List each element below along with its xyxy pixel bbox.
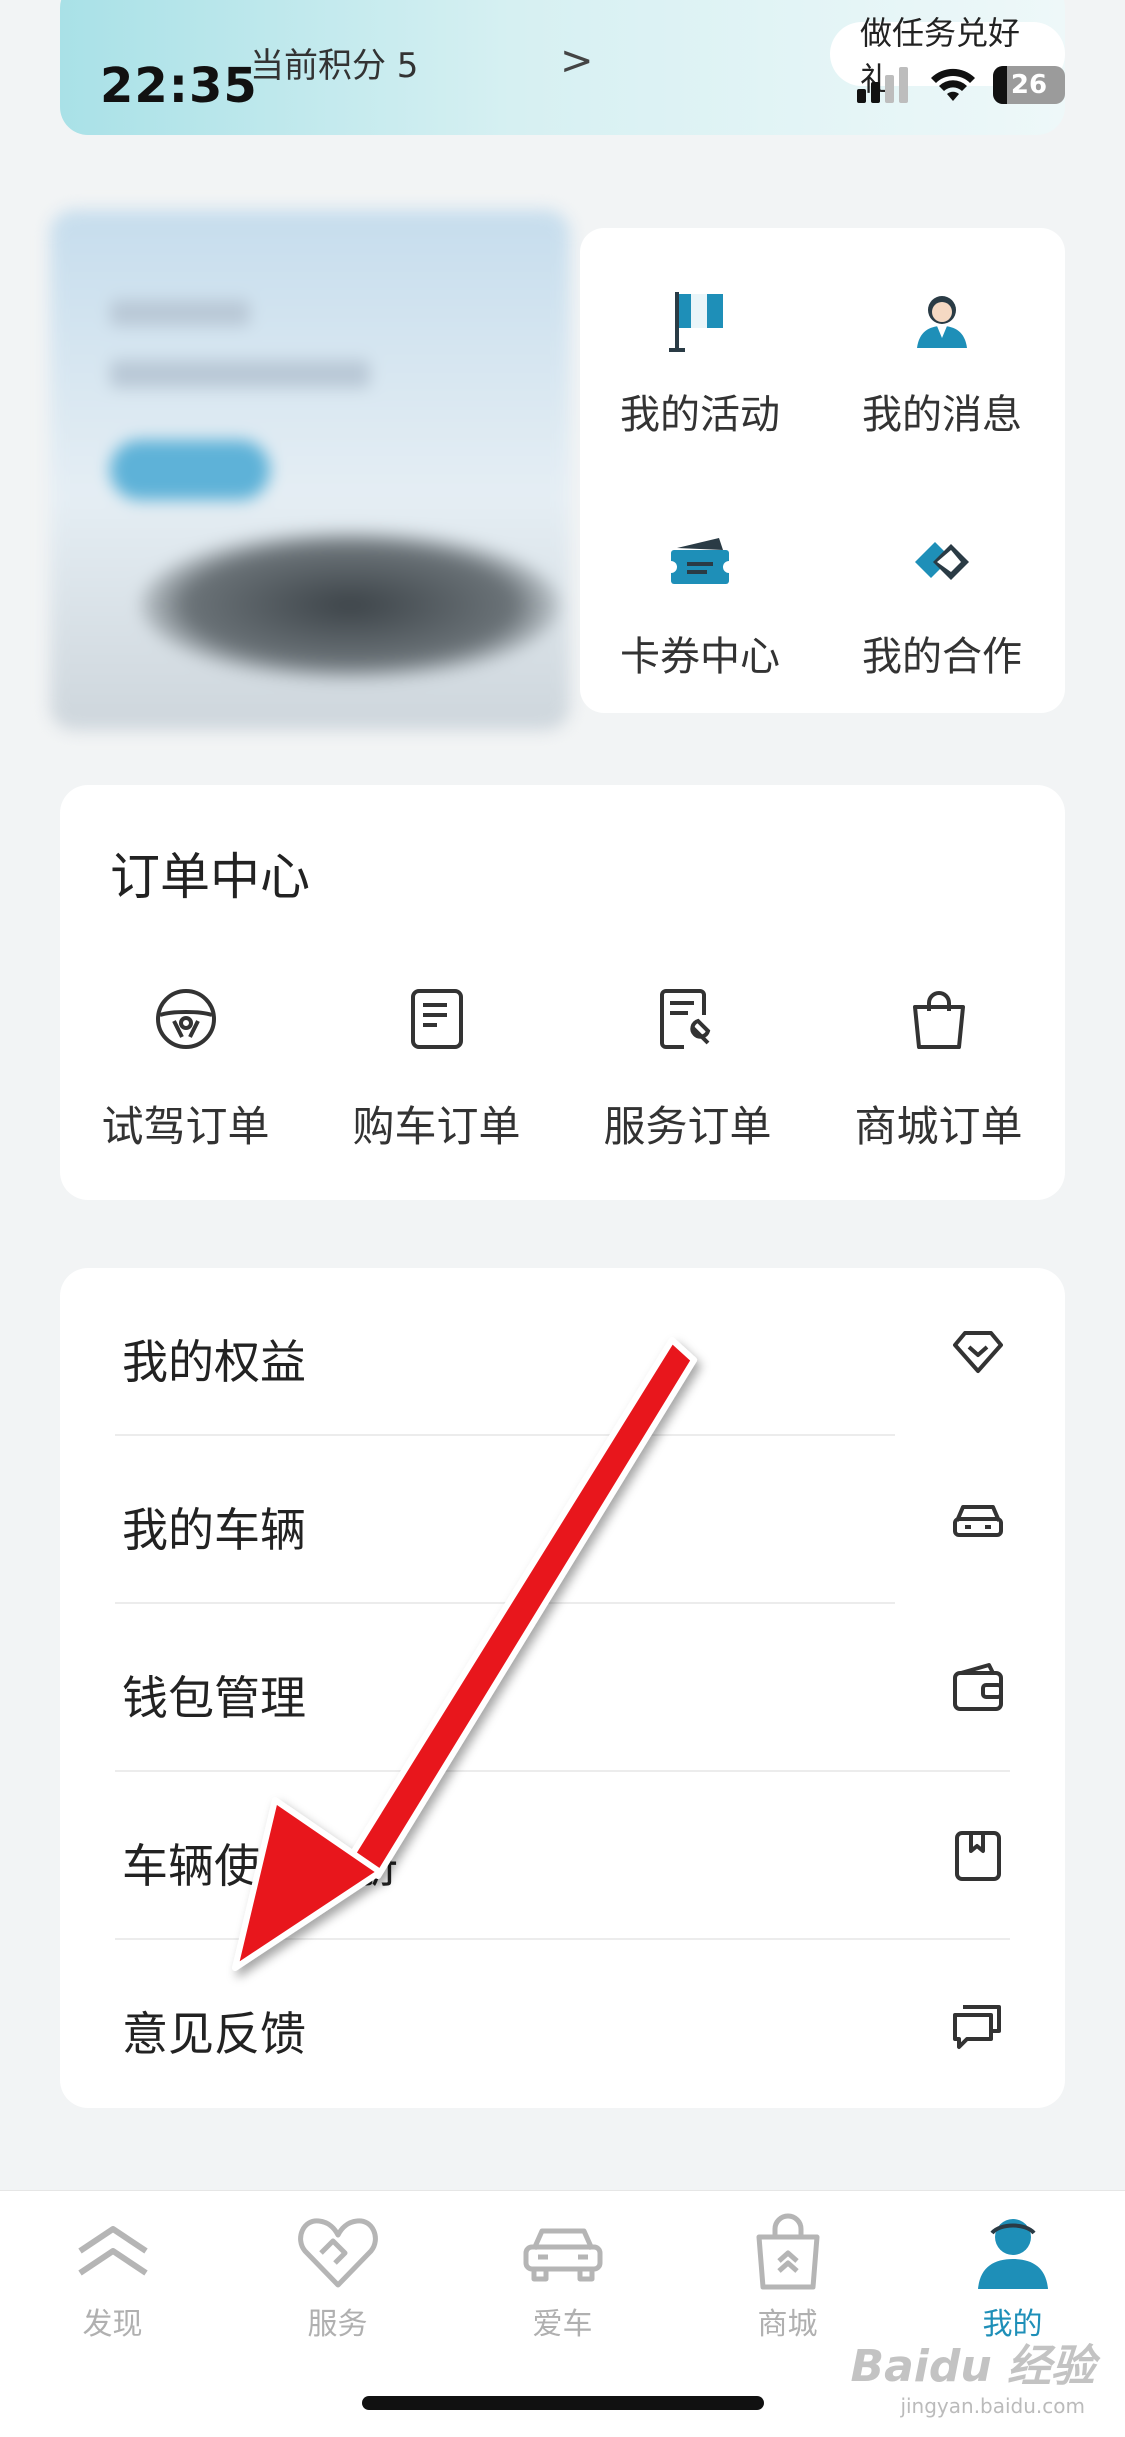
menu-list: 我的权益 我的车辆 钱包管理 车辆使用手册 意见反馈	[60, 1268, 1065, 2108]
points-banner[interactable]: 当前积分 5 > 做任务兑好礼	[60, 0, 1065, 135]
tab-label: 发现	[82, 2307, 143, 2342]
points-label: 当前积分 5	[250, 46, 419, 86]
heart-handshake-icon	[297, 2218, 378, 2288]
order-item-mall[interactable]: 商城订单	[813, 985, 1064, 1154]
quick-item-label: 我的合作	[862, 634, 1022, 680]
feedback-chat-icon	[953, 2005, 1001, 2049]
quick-item-label: 我的消息	[862, 392, 1022, 438]
document-icon	[410, 989, 463, 1049]
home-indicator[interactable]	[362, 2396, 764, 2410]
citroen-logo-icon	[77, 2226, 148, 2276]
quick-item-coupons[interactable]: 卡券中心	[580, 470, 820, 710]
tab-service[interactable]: 服务	[225, 2209, 450, 2343]
tab-label: 商城	[757, 2307, 818, 2342]
quick-item-messages[interactable]: 我的消息	[822, 228, 1062, 468]
order-item-label: 商城订单	[854, 1102, 1023, 1151]
menu-item-label: 我的权益	[122, 1335, 306, 1389]
service-wrench-icon	[659, 989, 710, 1049]
menu-item-label: 我的车辆	[122, 1503, 306, 1557]
menu-item-label: 钱包管理	[122, 1671, 306, 1725]
user-icon	[977, 2219, 1048, 2289]
quick-item-activity[interactable]: 我的活动	[580, 228, 820, 468]
diamond-heart-icon	[953, 1331, 1003, 1373]
quick-item-cooperation[interactable]: 我的合作	[822, 470, 1062, 710]
tab-mine[interactable]: 我的	[900, 2209, 1125, 2343]
order-item-service[interactable]: 服务订单	[562, 985, 813, 1154]
promo-banner[interactable]	[50, 210, 570, 730]
menu-item-feedback[interactable]: 意见反馈	[60, 1940, 1065, 2108]
menu-item-manual[interactable]: 车辆使用手册	[60, 1772, 1065, 1940]
tab-mall[interactable]: 商城	[675, 2209, 900, 2343]
ticket-icon	[665, 538, 735, 584]
car-icon	[953, 1505, 1003, 1537]
chevron-right-icon: >	[560, 38, 594, 84]
order-item-test-drive[interactable]: 试驾订单	[60, 985, 311, 1154]
shopping-bag-icon	[912, 991, 965, 1049]
quick-item-label: 我的活动	[620, 392, 780, 438]
quick-item-label: 卡券中心	[620, 634, 780, 680]
menu-item-vehicles[interactable]: 我的车辆	[60, 1436, 1065, 1604]
menu-item-label: 车辆使用手册	[122, 1839, 398, 1893]
tab-label: 爱车	[532, 2307, 593, 2342]
car-image	[140, 530, 560, 680]
baidu-watermark: Baidu 经验	[850, 2341, 1095, 2392]
order-center-title: 订单中心	[110, 848, 310, 906]
order-item-label: 服务订单	[603, 1102, 772, 1151]
wallet-icon	[953, 1663, 1003, 1711]
bag-icon	[756, 2213, 819, 2290]
menu-item-wallet[interactable]: 钱包管理	[60, 1604, 1065, 1772]
order-item-label: 购车订单	[352, 1102, 521, 1151]
person-message-icon	[917, 296, 967, 348]
manual-book-icon	[955, 1831, 1001, 1881]
baidu-watermark-url: jingyan.baidu.com	[900, 2394, 1085, 2418]
quick-actions-card: 我的活动 我的消息 卡券中心 我的合作	[580, 228, 1065, 713]
order-item-purchase[interactable]: 购车订单	[311, 985, 562, 1154]
steering-wheel-icon	[155, 989, 216, 1049]
order-center-card: 订单中心 试驾订单 购车订单 服务订单 商城订单	[60, 785, 1065, 1200]
task-reward-button[interactable]: 做任务兑好礼	[830, 14, 1065, 98]
flag-icon	[669, 292, 723, 352]
tab-discover[interactable]: 发现	[0, 2209, 225, 2343]
order-item-label: 试驾订单	[101, 1102, 270, 1151]
menu-item-benefits[interactable]: 我的权益	[60, 1268, 1065, 1436]
handshake-icon	[915, 542, 969, 580]
tab-car[interactable]: 爱车	[450, 2209, 675, 2343]
menu-item-label: 意见反馈	[122, 2007, 306, 2061]
tab-label: 服务	[307, 2307, 368, 2342]
car-front-icon	[523, 2228, 602, 2282]
